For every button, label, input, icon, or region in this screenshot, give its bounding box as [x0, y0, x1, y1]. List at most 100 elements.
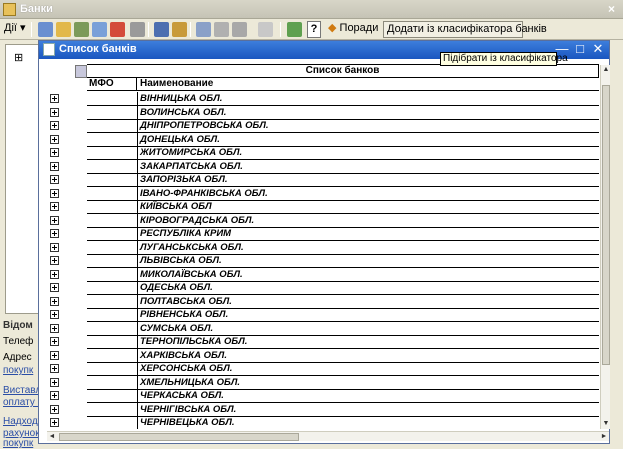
filter-icon[interactable]	[196, 22, 211, 37]
table-row[interactable]: РІВНЕНСЬКА ОБЛ.	[47, 308, 599, 322]
cell-mfo[interactable]	[87, 402, 138, 417]
column-header-name[interactable]: Наименование	[138, 78, 213, 90]
table-row[interactable]: СУМСЬКА ОБЛ.	[47, 321, 599, 336]
cell-mfo[interactable]	[87, 173, 138, 187]
table-row[interactable]: ХЕРСОНСЬКА ОБЛ.	[47, 362, 599, 376]
close-button[interactable]: ✕	[590, 42, 606, 57]
add-folder-icon[interactable]	[56, 22, 71, 37]
table-row[interactable]: ЛЬВІВСЬКА ОБЛ.	[47, 254, 599, 268]
filter-list-icon[interactable]	[232, 22, 247, 37]
cell-mfo[interactable]	[87, 389, 138, 403]
row-expand-icon[interactable]	[50, 418, 59, 427]
cell-mfo[interactable]	[87, 294, 138, 309]
table-row[interactable]: КІРОВОГРАДСЬКА ОБЛ.	[47, 213, 599, 228]
cell-mfo[interactable]	[87, 200, 138, 214]
vertical-scrollbar[interactable]: ▲ ▼	[600, 65, 610, 429]
vertical-scroll-thumb[interactable]	[602, 85, 610, 365]
row-expand-icon[interactable]	[50, 283, 59, 292]
cell-name[interactable]: РІВНЕНСЬКА ОБЛ.	[138, 308, 599, 322]
cell-name[interactable]: ПОЛТАВСЬКА ОБЛ.	[138, 295, 599, 309]
table-row[interactable]: ПОЛТАВСЬКА ОБЛ.	[47, 294, 599, 309]
cell-mfo[interactable]	[87, 132, 138, 147]
cell-mfo[interactable]	[87, 146, 138, 160]
horizontal-scrollbar[interactable]: ◄ ►	[47, 431, 609, 441]
cell-mfo[interactable]	[87, 375, 138, 390]
row-expand-icon[interactable]	[50, 215, 59, 225]
cell-name[interactable]: ДОНЕЦЬКА ОБЛ.	[138, 133, 599, 147]
table-row[interactable]: КИЇВСЬКА ОБЛ	[47, 200, 599, 214]
cell-name[interactable]: ВОЛИНСЬКА ОБЛ.	[138, 106, 599, 120]
refresh-icon[interactable]	[287, 22, 302, 37]
copy-row-icon[interactable]	[74, 22, 89, 37]
cell-name[interactable]: ТЕРНОПІЛЬСЬКА ОБЛ.	[138, 335, 599, 349]
move-folder-icon[interactable]	[172, 22, 187, 37]
clear-filter-icon[interactable]	[258, 22, 273, 37]
scroll-down-icon[interactable]: ▼	[601, 419, 611, 429]
row-expand-icon[interactable]	[50, 364, 59, 373]
table-row[interactable]: ТЕРНОПІЛЬСЬКА ОБЛ.	[47, 335, 599, 349]
cell-mfo[interactable]	[87, 335, 138, 349]
cell-mfo[interactable]	[87, 92, 138, 106]
cell-mfo[interactable]	[87, 321, 138, 336]
hierarchy-icon[interactable]	[154, 22, 169, 37]
row-expand-icon[interactable]	[50, 323, 59, 333]
row-expand-icon[interactable]	[50, 202, 59, 211]
add-row-icon[interactable]	[38, 22, 53, 37]
cell-mfo[interactable]	[87, 281, 138, 295]
bg-link[interactable]: покупк	[3, 365, 39, 376]
row-expand-icon[interactable]	[50, 256, 59, 265]
cell-name[interactable]: ЧЕРНІВЕЦЬКА ОБЛ.	[138, 416, 599, 429]
cell-mfo[interactable]	[87, 227, 138, 241]
table-row[interactable]: ЗАКАРПАТСЬКА ОБЛ.	[47, 159, 599, 174]
cell-name[interactable]: СУМСЬКА ОБЛ.	[138, 322, 599, 336]
table-corner-cell[interactable]	[75, 65, 87, 78]
table-row[interactable]: ХМЕЛЬНИЦЬКА ОБЛ.	[47, 375, 599, 390]
row-expand-icon[interactable]	[50, 94, 59, 103]
cell-mfo[interactable]	[87, 213, 138, 228]
cell-name[interactable]: ЛЬВІВСЬКА ОБЛ.	[138, 254, 599, 268]
cell-mfo[interactable]	[87, 159, 138, 174]
cell-name[interactable]: КИЇВСЬКА ОБЛ	[138, 200, 599, 214]
table-row[interactable]: МИКОЛАЇВСЬКА ОБЛ.	[47, 267, 599, 282]
cell-name[interactable]: ЛУГАНСЬКСЬКА ОБЛ.	[138, 241, 599, 255]
table-row[interactable]: ЧЕРКАСЬКА ОБЛ.	[47, 389, 599, 403]
cell-mfo[interactable]	[87, 186, 138, 201]
actions-menu-button[interactable]: Дії ▾	[4, 21, 26, 38]
table-row[interactable]: ВІННИЦЬКА ОБЛ.	[47, 92, 599, 106]
table-row[interactable]: ДНІПРОПЕТРОВСЬКА ОБЛ.	[47, 119, 599, 133]
cell-name[interactable]: РЕСПУБЛІКА КРИМ	[138, 227, 599, 241]
tree-expand-icon[interactable]: ⊞	[14, 51, 23, 64]
outer-close-button[interactable]: ×	[604, 2, 619, 17]
row-expand-icon[interactable]	[50, 391, 59, 400]
table-row[interactable]: ДОНЕЦЬКА ОБЛ.	[47, 132, 599, 147]
table-row[interactable]: ЧЕРНІВЕЦЬКА ОБЛ.	[47, 416, 599, 429]
row-expand-icon[interactable]	[50, 107, 59, 117]
table-row[interactable]: ЖИТОМИРСЬКА ОБЛ.	[47, 146, 599, 160]
cell-name[interactable]: ЗАКАРПАТСЬКА ОБЛ.	[138, 160, 599, 174]
cell-mfo[interactable]	[87, 119, 138, 133]
edit-row-icon[interactable]	[92, 22, 107, 37]
cell-name[interactable]: ДНІПРОПЕТРОВСЬКА ОБЛ.	[138, 119, 599, 133]
cell-name[interactable]: ЗАПОРІЗЬКА ОБЛ.	[138, 173, 599, 187]
tips-button[interactable]: ◆ Поради	[328, 21, 378, 38]
table-row[interactable]: ЗАПОРІЗЬКА ОБЛ.	[47, 173, 599, 187]
filter-value-icon[interactable]	[214, 22, 229, 37]
bg-link[interactable]: Виставл	[3, 385, 39, 396]
cell-name[interactable]: ХМЕЛЬНИЦЬКА ОБЛ.	[138, 376, 599, 390]
row-expand-icon[interactable]	[50, 121, 59, 130]
cell-name[interactable]: ХЕРСОНСЬКА ОБЛ.	[138, 362, 599, 376]
table-row[interactable]: ОДЕСЬКА ОБЛ.	[47, 281, 599, 295]
cell-mfo[interactable]	[87, 105, 138, 120]
row-expand-icon[interactable]	[50, 229, 59, 238]
help-button[interactable]: ?	[307, 21, 321, 38]
row-expand-icon[interactable]	[50, 310, 59, 319]
cell-mfo[interactable]	[87, 254, 138, 268]
row-expand-icon[interactable]	[50, 134, 59, 144]
table-row[interactable]: ЛУГАНСЬКСЬКА ОБЛ.	[47, 240, 599, 255]
delete-row-icon[interactable]	[110, 22, 125, 37]
table-row[interactable]: РЕСПУБЛІКА КРИМ	[47, 227, 599, 241]
scroll-left-icon[interactable]: ◄	[47, 432, 57, 442]
row-expand-icon[interactable]	[50, 296, 59, 306]
cell-mfo[interactable]	[87, 267, 138, 282]
cell-mfo[interactable]	[87, 240, 138, 255]
